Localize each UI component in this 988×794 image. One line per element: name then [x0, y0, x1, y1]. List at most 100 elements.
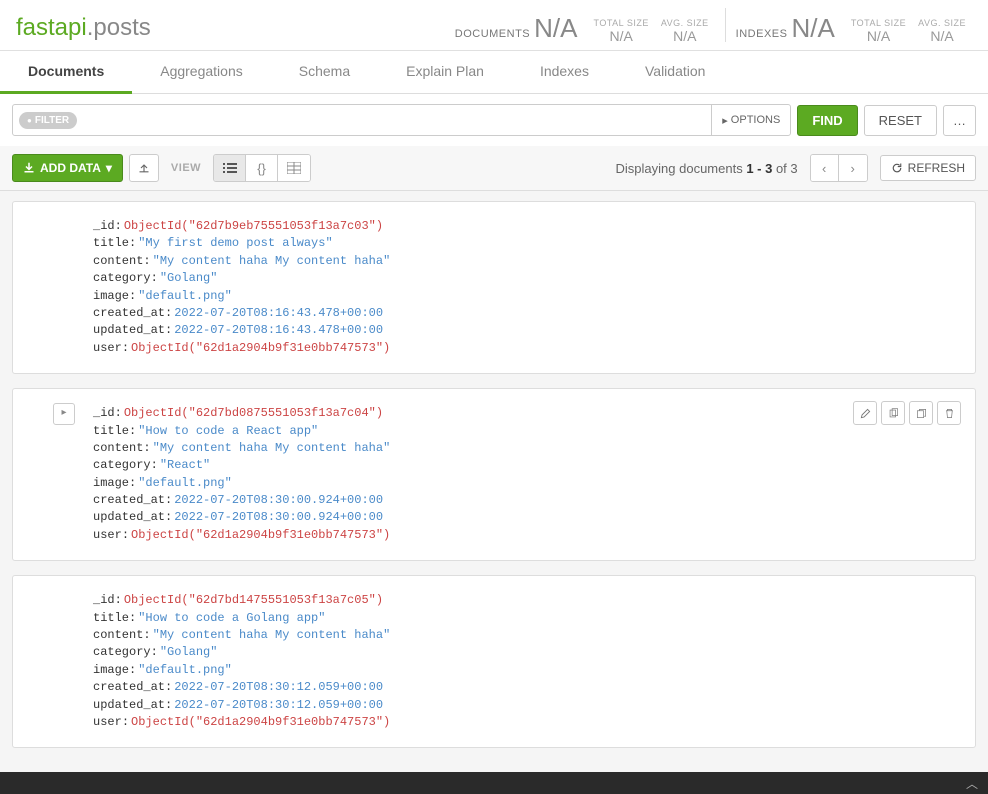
tab-explain-plan[interactable]: Explain Plan	[378, 51, 512, 93]
add-data-label: ADD DATA	[40, 161, 101, 175]
prev-page-button[interactable]: ‹	[811, 155, 839, 181]
field-key: _id	[93, 218, 115, 235]
field-key: category	[93, 644, 151, 661]
field-row: category:"React"	[93, 457, 955, 474]
field-key: title	[93, 610, 129, 627]
find-button[interactable]: FIND	[797, 105, 857, 136]
doc-avg-size-value: N/A	[661, 28, 709, 44]
field-value: "Golang"	[160, 644, 218, 661]
documents-stat-value: N/A	[534, 13, 577, 44]
field-value: "My content haha My content haha"	[153, 440, 391, 457]
database-name: fastapi	[16, 14, 87, 41]
options-button[interactable]: ▸ OPTIONS	[711, 105, 790, 135]
caret-right-icon: ▸	[722, 114, 728, 127]
clone-button[interactable]	[909, 401, 933, 425]
field-value: 2022-07-20T08:30:00.924+00:00	[174, 492, 383, 509]
field-key: user	[93, 527, 122, 544]
collection-name: .posts	[87, 14, 151, 41]
import-button[interactable]	[129, 154, 159, 182]
delete-button[interactable]	[937, 401, 961, 425]
indexes-stat-value: N/A	[791, 13, 834, 44]
field-key: _id	[93, 405, 115, 422]
view-json-button[interactable]: {}	[246, 155, 278, 181]
field-value: 2022-07-20T08:30:12.059+00:00	[174, 679, 383, 696]
field-key: user	[93, 714, 122, 731]
field-value: "React"	[160, 457, 210, 474]
add-data-button[interactable]: ADD DATA ▾	[12, 154, 123, 182]
field-value: "My content haha My content haha"	[153, 627, 391, 644]
ellipsis-icon: …	[953, 113, 966, 128]
field-value: 2022-07-20T08:16:43.478+00:00	[174, 322, 383, 339]
collection-tabs: Documents Aggregations Schema Explain Pl…	[0, 51, 988, 94]
refresh-button[interactable]: REFRESH	[880, 155, 976, 181]
copy-button[interactable]	[881, 401, 905, 425]
field-row: _id:ObjectId("62d7b9eb75551053f13a7c03")	[93, 218, 955, 235]
field-value: ObjectId("62d7bd1475551053f13a7c05")	[124, 592, 383, 609]
view-list-button[interactable]	[214, 155, 246, 181]
field-row: _id:ObjectId("62d7bd0875551053f13a7c04")	[93, 405, 955, 422]
display-total: 3	[790, 161, 797, 176]
expand-document-button[interactable]: ▸	[53, 403, 75, 425]
namespace-title: fastapi.posts	[16, 14, 151, 50]
field-row: user:ObjectId("62d1a2904b9f31e0bb747573"…	[93, 714, 955, 731]
field-row: content:"My content haha My content haha…	[93, 253, 955, 270]
doc-avg-size-label: AVG. SIZE	[661, 18, 709, 28]
field-key: image	[93, 475, 129, 492]
field-row: _id:ObjectId("62d7bd1475551053f13a7c05")	[93, 592, 955, 609]
field-value: 2022-07-20T08:16:43.478+00:00	[174, 305, 383, 322]
download-icon	[23, 162, 35, 174]
field-value: "My first demo post always"	[138, 235, 332, 252]
field-key: category	[93, 457, 151, 474]
pencil-icon	[860, 408, 871, 419]
field-value: ObjectId("62d7b9eb75551053f13a7c03")	[124, 218, 383, 235]
refresh-label: REFRESH	[908, 161, 965, 175]
edit-button[interactable]	[853, 401, 877, 425]
field-value: "default.png"	[138, 288, 232, 305]
document-card: _id:ObjectId("62d7bd1475551053f13a7c05")…	[12, 575, 976, 748]
table-icon	[287, 162, 301, 174]
reset-button[interactable]: RESET	[864, 105, 937, 136]
tab-documents[interactable]: Documents	[0, 51, 132, 94]
field-row: image:"default.png"	[93, 662, 955, 679]
more-options-button[interactable]: …	[943, 105, 976, 136]
field-row: user:ObjectId("62d1a2904b9f31e0bb747573"…	[93, 340, 955, 357]
view-table-button[interactable]	[278, 155, 310, 181]
copy-icon	[888, 408, 899, 419]
idx-total-size-label: TOTAL SIZE	[851, 18, 906, 28]
field-key: updated_at	[93, 322, 165, 339]
tab-schema[interactable]: Schema	[271, 51, 378, 93]
tab-aggregations[interactable]: Aggregations	[132, 51, 271, 93]
filter-badge: FILTER	[19, 112, 77, 129]
document-card: ▸ _id:ObjectId("62d7bd0875551053f13a7c04"…	[12, 388, 976, 561]
next-page-button[interactable]: ›	[839, 155, 867, 181]
field-value: "Golang"	[160, 270, 218, 287]
filter-input[interactable]	[77, 105, 711, 135]
stats-divider	[725, 8, 726, 42]
field-key: _id	[93, 592, 115, 609]
header-stats: DOCUMENTS N/A TOTAL SIZE N/A AVG. SIZE N…	[455, 8, 972, 50]
chevron-up-icon[interactable]: ︿	[966, 775, 978, 792]
query-bar: FILTER ▸ OPTIONS FIND RESET …	[0, 94, 988, 146]
braces-icon: {}	[257, 161, 266, 176]
field-key: created_at	[93, 305, 165, 322]
indexes-stat-label: INDEXES	[736, 28, 788, 44]
tab-validation[interactable]: Validation	[617, 51, 733, 93]
field-key: content	[93, 253, 143, 270]
field-row: content:"My content haha My content haha…	[93, 627, 955, 644]
tab-indexes[interactable]: Indexes	[512, 51, 617, 93]
field-row: title:"My first demo post always"	[93, 235, 955, 252]
field-row: created_at:2022-07-20T08:30:12.059+00:00	[93, 679, 955, 696]
idx-avg-size-value: N/A	[918, 28, 966, 44]
clone-icon	[916, 408, 927, 419]
field-value: ObjectId("62d1a2904b9f31e0bb747573")	[131, 340, 390, 357]
document-card: _id:ObjectId("62d7b9eb75551053f13a7c03")…	[12, 201, 976, 374]
filter-input-container: FILTER ▸ OPTIONS	[12, 104, 791, 136]
doc-total-size-value: N/A	[593, 28, 648, 44]
field-row: created_at:2022-07-20T08:16:43.478+00:00	[93, 305, 955, 322]
field-row: category:"Golang"	[93, 270, 955, 287]
field-value: "How to code a React app"	[138, 423, 318, 440]
field-key: user	[93, 340, 122, 357]
view-mode-group: {}	[213, 154, 311, 182]
options-label: OPTIONS	[731, 114, 781, 126]
field-value: 2022-07-20T08:30:00.924+00:00	[174, 509, 383, 526]
